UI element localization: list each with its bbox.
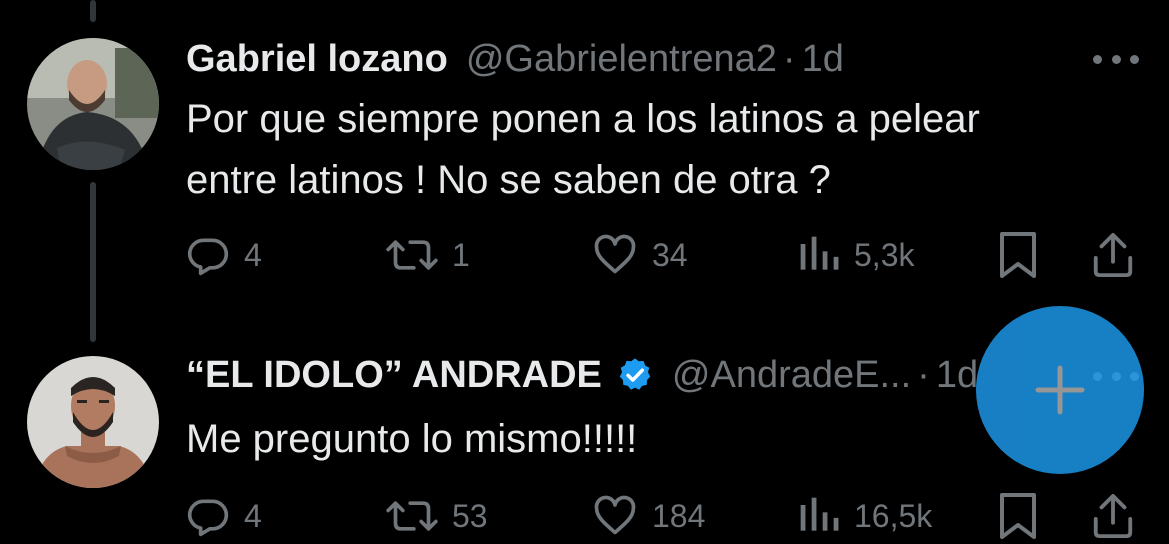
views-button[interactable]: 5,3k — [798, 227, 914, 283]
tweet-text-line: Por que siempre ponen a los latinos a pe… — [186, 97, 980, 141]
reply-button[interactable]: 4 — [186, 488, 262, 544]
like-icon — [594, 495, 636, 535]
retweet-count: 53 — [452, 497, 488, 534]
like-button[interactable]: 184 — [592, 488, 705, 544]
views-icon — [800, 497, 839, 531]
share-button[interactable] — [1090, 227, 1136, 283]
like-count: 34 — [652, 236, 688, 273]
thread-line-top — [90, 0, 96, 22]
display-name[interactable]: “EL IDOLO” ANDRADE — [186, 353, 602, 397]
views-button[interactable]: 16,5k — [798, 488, 932, 544]
action-bar: 4 1 34 5,3k — [0, 227, 1169, 283]
action-bar: 4 53 184 16,5k — [0, 488, 1169, 544]
separator-dot: · — [917, 354, 930, 396]
views-count: 5,3k — [854, 236, 915, 273]
bookmark-icon — [1000, 232, 1036, 278]
compose-button[interactable] — [976, 306, 1144, 474]
tweet-text: Por que siempre ponen a los latinos a pe… — [186, 89, 1106, 211]
avatar-andrade[interactable] — [27, 356, 159, 488]
reply-icon — [187, 238, 229, 276]
timestamp[interactable]: 1d — [936, 353, 978, 397]
tweet-header: “EL IDOLO” ANDRADE @AndradeE... · 1d — [186, 353, 978, 397]
compose-plus-icon — [1035, 365, 1085, 415]
views-count: 16,5k — [854, 497, 933, 534]
like-count: 184 — [652, 497, 706, 534]
share-button[interactable] — [1090, 488, 1136, 544]
retweet-button[interactable]: 1 — [386, 227, 470, 283]
views-icon — [800, 236, 839, 270]
verified-icon — [616, 356, 654, 394]
bookmark-icon — [1000, 493, 1036, 539]
like-button[interactable]: 34 — [592, 227, 688, 283]
timestamp[interactable]: 1d — [802, 37, 844, 81]
display-name[interactable]: Gabriel lozano — [186, 37, 448, 81]
tweet-text-line: Me pregunto lo mismo!!!!! — [186, 417, 638, 461]
handle[interactable]: @AndradeE... — [672, 353, 911, 397]
tweet-text-line: entre latinos ! No se saben de otra ? — [186, 158, 831, 202]
reply-icon — [187, 499, 229, 537]
bookmark-button[interactable] — [998, 227, 1038, 283]
retweet-button[interactable]: 53 — [386, 488, 488, 544]
separator-dot: · — [782, 38, 796, 80]
reply-button[interactable]: 4 — [186, 227, 262, 283]
reply-count: 4 — [244, 497, 262, 534]
more-icon[interactable] — [1093, 49, 1139, 69]
tweet-header: Gabriel lozano @Gabrielentrena2 · 1d — [186, 37, 844, 81]
retweet-icon — [386, 240, 438, 270]
tweet-text: Me pregunto lo mismo!!!!! — [186, 409, 1106, 470]
reply-count: 4 — [244, 236, 262, 273]
like-icon — [594, 234, 636, 274]
share-icon — [1093, 493, 1133, 539]
bookmark-button[interactable] — [998, 488, 1038, 544]
share-icon — [1093, 232, 1133, 278]
handle[interactable]: @Gabrielentrena2 — [466, 37, 777, 81]
avatar-gabriel[interactable] — [27, 38, 159, 170]
retweet-count: 1 — [452, 236, 470, 273]
retweet-icon — [386, 501, 438, 531]
